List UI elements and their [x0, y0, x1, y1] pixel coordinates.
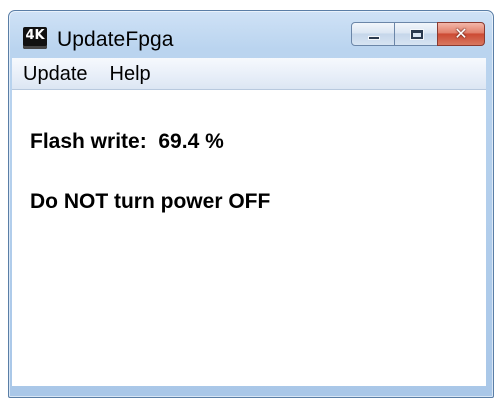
power-warning: Do NOT turn power OFF	[30, 190, 271, 213]
minimize-icon	[368, 36, 380, 40]
flash-progress-status: Flash write: 69.4 %	[30, 130, 224, 154]
maximize-button[interactable]	[394, 22, 438, 46]
minimize-button[interactable]	[351, 22, 395, 46]
menu-bar: Update Help	[12, 58, 486, 90]
menu-help[interactable]: Help	[99, 59, 162, 89]
window-title: UpdateFpga	[57, 28, 174, 51]
progress-value: 69.4 %	[158, 130, 224, 153]
close-icon: ✕	[454, 24, 468, 43]
close-button[interactable]: ✕	[437, 22, 485, 46]
caption-buttons: ✕	[351, 22, 485, 48]
app-4k-icon[interactable]: 4K	[23, 27, 47, 49]
maximize-icon	[410, 29, 424, 40]
progress-label: Flash write:	[30, 130, 147, 153]
menu-update[interactable]: Update	[12, 59, 99, 89]
